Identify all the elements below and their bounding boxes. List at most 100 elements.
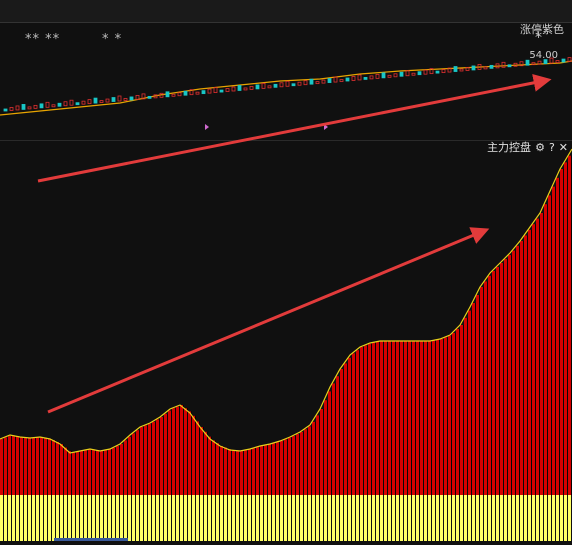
candle [369,75,374,80]
indicator-bar [260,446,263,495]
indicator-bar [340,369,343,495]
indicator-bar [164,413,167,495]
candle [315,81,320,85]
baseline-bar [508,495,511,541]
bar-gap [331,391,332,495]
baseline-bar [388,495,391,541]
indicator-bar [52,440,55,495]
baseline-bar [108,495,111,541]
candle [405,70,410,77]
indicator-bar [500,263,503,495]
baseline-bar [456,495,459,541]
bar-gap [363,347,364,495]
baseline-bar [352,495,355,541]
candle [123,98,128,101]
bar-gap [39,437,40,495]
baseline-bar [540,495,543,541]
candle [279,82,284,88]
candle [27,106,32,110]
bar-gap [327,400,328,495]
bar-gap [255,448,256,495]
candle [453,66,458,72]
indicator-bar [268,444,271,495]
baseline-bar [568,495,571,541]
baseline-bar [324,495,327,541]
candle [297,81,302,86]
bar-gap [271,444,272,495]
bar-gap [247,450,248,495]
candle [483,66,488,70]
indicator-bar [548,195,551,495]
bar-gap [27,437,28,495]
indicator-bar [516,245,519,495]
baseline-bar [476,495,479,541]
baseline-bar [152,495,155,541]
bar-gap [7,437,8,495]
bar-gap [351,357,352,495]
bar-gap [231,449,232,495]
price-tag: 54.00 [529,50,558,61]
baseline-bar [184,495,187,541]
price-chart-panel [0,23,572,140]
baseline-bar [60,495,63,541]
indicator-bar [240,451,243,495]
bar-gap [31,437,32,495]
indicator-bar [4,437,7,495]
bar-gap [411,341,412,495]
indicator-bar [420,341,423,495]
candle [237,85,242,91]
indicator-bar [180,405,183,495]
bar-gap [507,259,508,495]
baseline-bar [436,495,439,541]
baseline-bar [564,495,567,541]
bar-gap [171,410,172,495]
baseline-bar [112,495,115,541]
candle [441,69,446,73]
indicator-bar [264,445,267,495]
bar-gap [527,235,528,495]
indicator-bar [528,229,531,496]
candle [333,76,338,83]
candle [339,79,344,82]
candle [345,77,350,82]
bar-gap [103,451,104,495]
baseline-bar [156,495,159,541]
baseline-bar [24,495,27,541]
bar-gap [287,439,288,495]
indicator-bar [484,281,487,495]
baseline-bar [260,495,263,541]
candle [399,71,404,77]
indicator-bar [448,335,451,495]
bar-gap [459,329,460,495]
baseline-bar [48,495,51,541]
candle [309,78,314,85]
baseline-bar [320,495,323,541]
bar-gap [163,417,164,495]
baseline-bar [132,495,135,541]
indicator-bar [252,448,255,495]
baseline-bar [360,495,363,541]
baseline-bar [424,495,427,541]
candle [39,103,44,109]
baseline-bar [4,495,7,541]
baseline-bar [84,495,87,541]
bar-gap [483,287,484,495]
bar-gap [383,341,384,495]
bar-gap [99,450,100,495]
candle [273,83,278,88]
baseline-bar [264,495,267,541]
indicator-bar [112,448,115,495]
bar-gap [211,436,212,495]
baseline-bar [544,495,547,541]
bar-gap [307,429,308,495]
indicator-bar [360,347,363,495]
baseline-bar [428,495,431,541]
candle [411,72,416,76]
baseline-bar [492,495,495,541]
bar-gap [387,341,388,495]
candle [213,87,218,93]
bar-gap [35,437,36,495]
baseline-bar [336,495,339,541]
bar-gap [335,383,336,495]
bar-gap [511,255,512,495]
